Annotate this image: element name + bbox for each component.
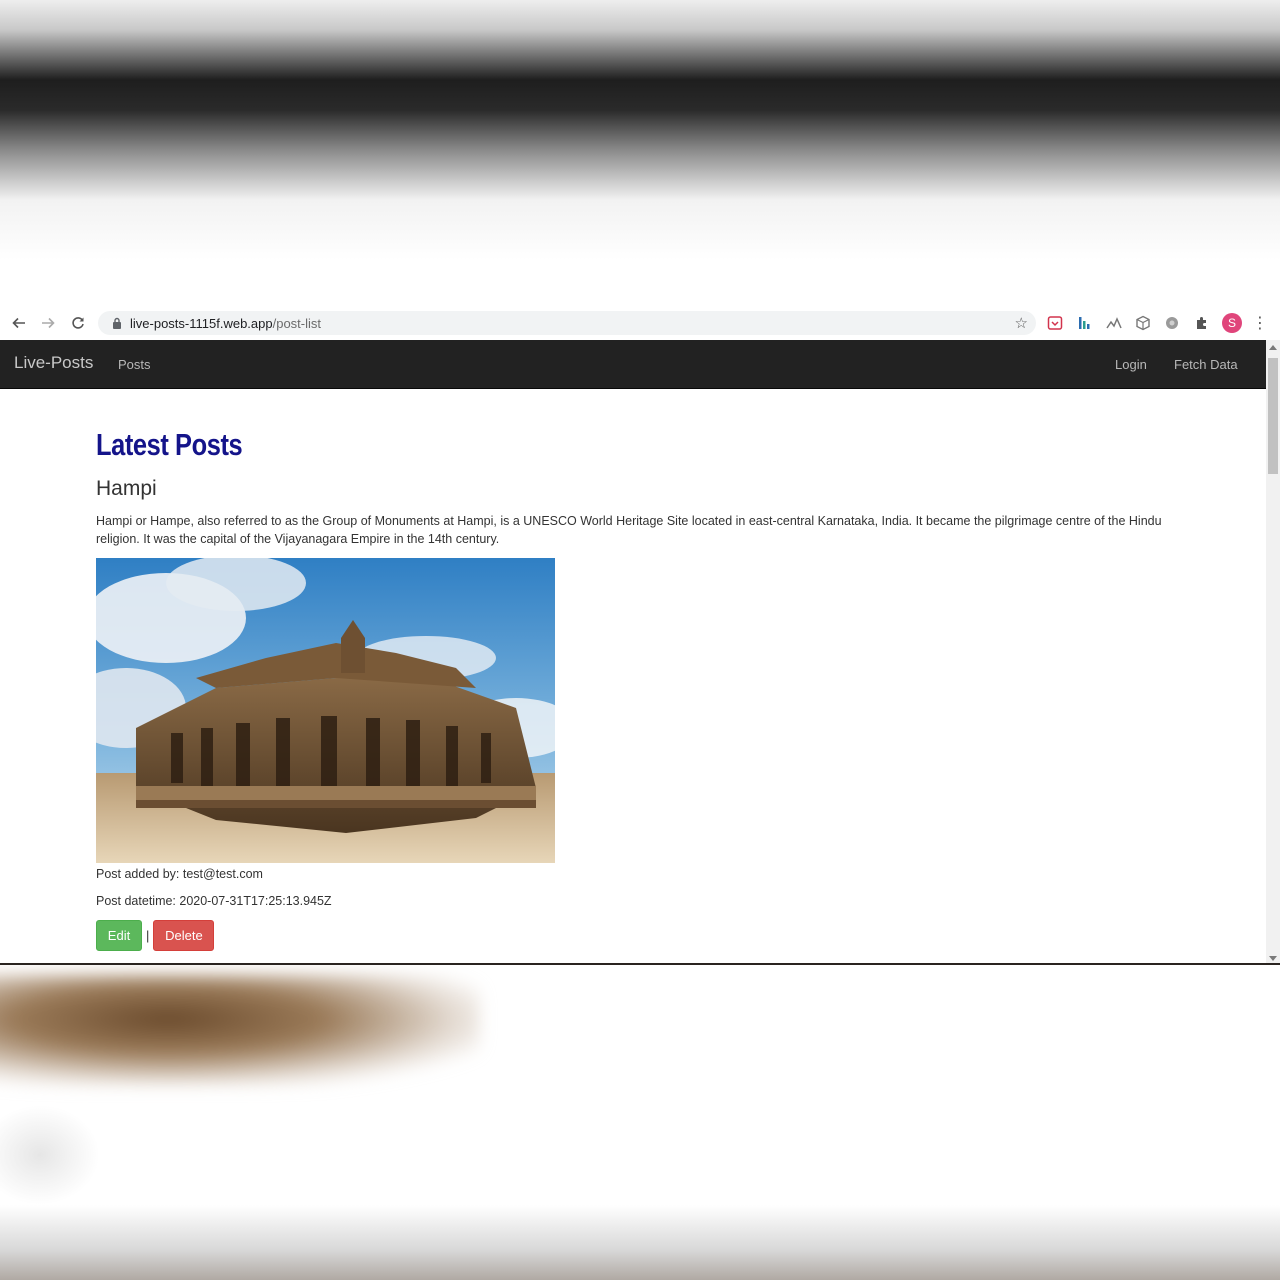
nav-link-posts[interactable]: Posts [118, 357, 151, 372]
blurred-object-light [0, 1105, 100, 1205]
puzzle-extensions-icon[interactable] [1193, 314, 1211, 332]
edit-button[interactable]: Edit [96, 920, 142, 951]
scroll-up-arrow-icon[interactable] [1269, 345, 1277, 350]
navbar-brand[interactable]: Live-Posts [14, 353, 93, 373]
post-title: Hampi [96, 477, 157, 500]
post-description: Hampi or Hampe, also referred to as the … [96, 514, 1162, 546]
profile-avatar[interactable]: S [1222, 313, 1242, 333]
action-separator: | [146, 928, 150, 943]
delete-button[interactable]: Delete [153, 920, 215, 951]
address-bar[interactable]: live-posts-1115f.web.app/post-list ☆ [98, 311, 1036, 335]
pocket-extension-icon[interactable] [1046, 314, 1064, 332]
globe-extension-icon[interactable] [1163, 314, 1181, 332]
back-arrow-icon[interactable] [8, 312, 30, 334]
cube-extension-icon[interactable] [1134, 314, 1152, 332]
nav-link-login[interactable]: Login [1115, 357, 1147, 372]
top-navbar: Live-Posts Posts Login Fetch Data [0, 340, 1266, 389]
post-item: Hampi Hampi or Hampe, also referred to a… [96, 476, 1176, 951]
page-title: Latest Posts [96, 427, 243, 462]
browser-toolbar: live-posts-1115f.web.app/post-list ☆ S ⋮ [0, 306, 1280, 340]
web-page: Live-Posts Posts Login Fetch Data Latest… [0, 340, 1266, 965]
kebab-menu-icon[interactable]: ⋮ [1252, 313, 1268, 333]
blurred-object [0, 975, 480, 1085]
post-actions: Edit | Delete [96, 920, 1176, 951]
browser-window: live-posts-1115f.web.app/post-list ☆ S ⋮… [0, 306, 1280, 965]
post-image-temple [96, 558, 555, 863]
blurred-photo-bottom [0, 965, 1280, 1280]
bar-chart-extension-icon[interactable] [1075, 314, 1093, 332]
forward-arrow-icon[interactable] [37, 312, 59, 334]
url-text: live-posts-1115f.web.app/post-list [130, 315, 322, 331]
analytics-extension-icon[interactable] [1105, 314, 1123, 332]
scroll-down-arrow-icon[interactable] [1269, 956, 1277, 961]
bookmark-star-icon[interactable]: ☆ [1015, 314, 1028, 332]
post-list: Latest Posts Hampi Hampi or Hampe, also … [96, 388, 1176, 951]
blurred-photo-top [0, 0, 1280, 260]
reload-icon[interactable] [67, 312, 89, 334]
post-datetime: Post datetime: 2020-07-31T17:25:13.945Z [96, 894, 332, 908]
page-scrollbar[interactable] [1266, 340, 1280, 965]
lock-icon [110, 316, 124, 330]
scrollbar-thumb[interactable] [1268, 358, 1278, 474]
nav-link-fetch-data[interactable]: Fetch Data [1174, 357, 1238, 372]
post-author: Post added by: test@test.com [96, 867, 263, 881]
